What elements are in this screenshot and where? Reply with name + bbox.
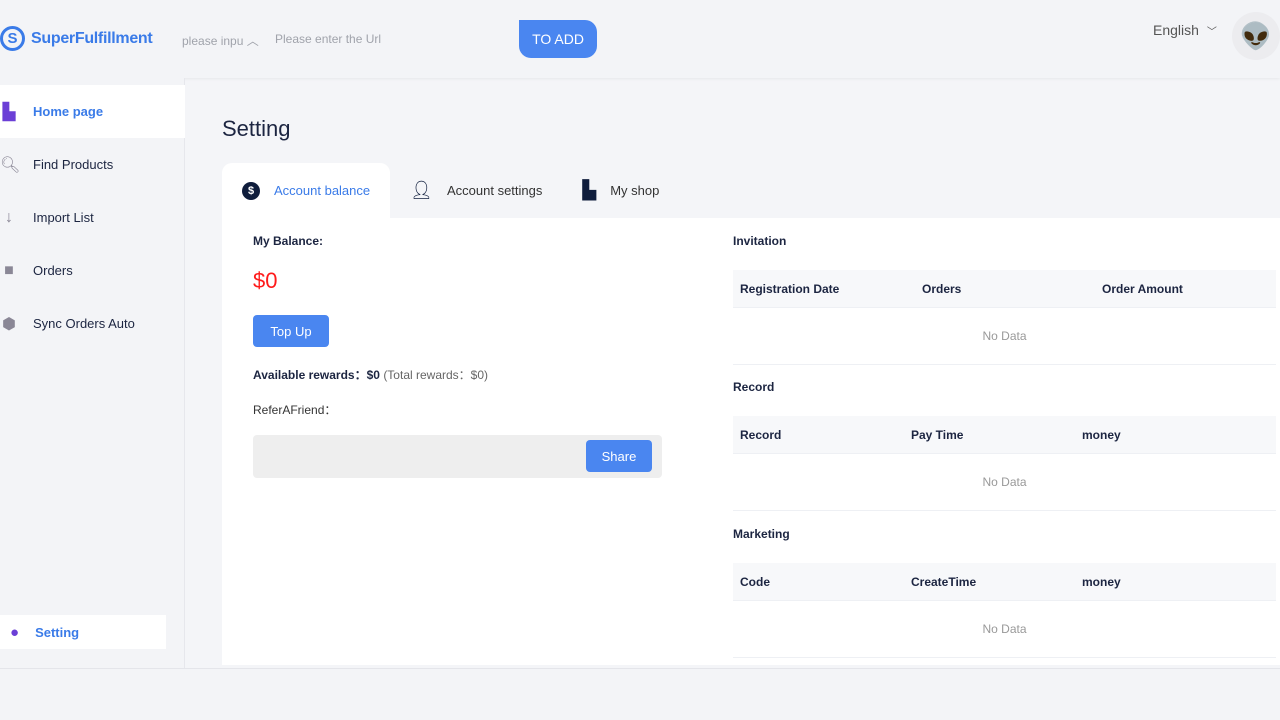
table-header: Registration Date Orders Order Amount [733,270,1276,308]
sidebar-item-label: Setting [35,624,80,640]
section-title: Invitation [733,234,787,248]
platform-select[interactable]: please inpu ︿ [182,32,259,49]
tab-bar: $ Account balance 👤︎ Account settings ▙ My … [222,163,679,218]
store-icon: ▙ [582,180,597,200]
page-title: Setting [222,116,291,141]
box-icon: ⬢ [2,315,16,333]
chevron-down-icon: ﹀ [1206,26,1217,38]
search-icon: 🔍︎ [0,156,21,174]
top-header: S SuperFulfillment please inpu ︿ TO ADD E… [0,0,1280,78]
top-up-button[interactable]: Top Up [253,315,329,347]
sidebar-item-label: Orders [33,263,73,278]
invitation-section: Invitation Registration Date Orders Order … [733,234,1276,365]
sidebar-item-import-list[interactable]: ↓ Import List [0,191,185,244]
column-header: Record [740,427,782,442]
table-header: Record Pay Time money [733,416,1276,454]
sidebar-item-setting[interactable]: ● Setting [0,615,166,649]
column-header: CreateTime [911,574,977,589]
sidebar-item-home[interactable]: ▙ Home page [0,85,185,138]
to-add-button[interactable]: TO ADD [519,20,597,58]
empty-state: No Data [733,308,1276,365]
rewards-value: $0 [366,368,380,382]
section-title: Marketing [733,527,790,541]
sidebar-item-sync-orders[interactable]: ⬢ Sync Orders Auto [0,297,185,350]
column-header: Pay Time [911,427,964,442]
empty-state: No Data [733,454,1276,511]
rewards-label: Available rewards： [253,368,367,382]
tab-account-balance[interactable]: $ Account balance [222,163,391,218]
marketing-section: Marketing Code CreateTime money No Data [733,527,1276,658]
avatar[interactable]: 👽 [1232,12,1280,60]
tab-label: Account balance [274,183,371,198]
tab-label: Account settings [446,183,543,198]
url-input[interactable] [275,32,495,46]
language-select[interactable]: English ﹀ [1153,22,1217,38]
sidebar-item-label: Sync Orders Auto [33,316,135,331]
sidebar-item-label: Find Products [33,157,114,172]
select-value: please inpu [182,34,244,48]
table-header: Code CreateTime money [733,563,1276,601]
section-title: Record [733,380,775,394]
column-header: Registration Date [740,281,840,296]
user-icon: ● [10,623,20,641]
balance-label: My Balance: [253,234,324,248]
balance-amount: $0 [253,268,278,293]
sidebar-item-find-products[interactable]: 🔍︎ Find Products [0,138,185,191]
logo[interactable]: S SuperFulfillment [0,26,153,51]
share-button[interactable]: Share [586,440,652,472]
sidebar-item-label: Import List [33,210,94,225]
column-header: money [1082,427,1121,442]
empty-state: No Data [733,601,1276,658]
tab-my-shop[interactable]: ▙ My shop [562,163,679,218]
store-icon: ▙ [2,103,16,121]
user-icon: 👤︎ [410,180,433,200]
dollar-icon: $ [242,181,260,200]
column-header: Orders [922,281,962,296]
tab-label: My shop [610,183,660,198]
bag-icon: ■ [4,261,14,279]
arrow-down-icon: ↓ [5,208,13,226]
language-value: English [1153,22,1199,38]
referral-link-field[interactable]: Share [253,435,662,478]
column-header: Order Amount [1102,281,1183,296]
sidebar-item-orders[interactable]: ■ Orders [0,244,185,297]
refer-label: ReferAFriend： [253,403,337,417]
record-section: Record Record Pay Time money No Data [733,380,1276,511]
account-balance-panel: My Balance: $0 Top Up Available rewards：… [222,218,1280,665]
sidebar: ▙ Home page 🔍︎ Find Products ↓ Import List … [0,78,185,668]
rewards-line: Available rewards：$0 (Total rewards：$0) [253,366,488,383]
total-rewards: (Total rewards：$0) [383,368,489,382]
sidebar-item-label: Home page [33,104,104,119]
column-header: money [1082,574,1121,589]
column-header: Code [740,574,770,589]
tab-account-settings[interactable]: 👤︎ Account settings [390,163,562,218]
chevron-up-icon: ︿ [246,34,259,48]
logo-icon: S [0,26,25,51]
footer [0,668,1280,720]
brand-name: SuperFulfillment [31,29,153,47]
